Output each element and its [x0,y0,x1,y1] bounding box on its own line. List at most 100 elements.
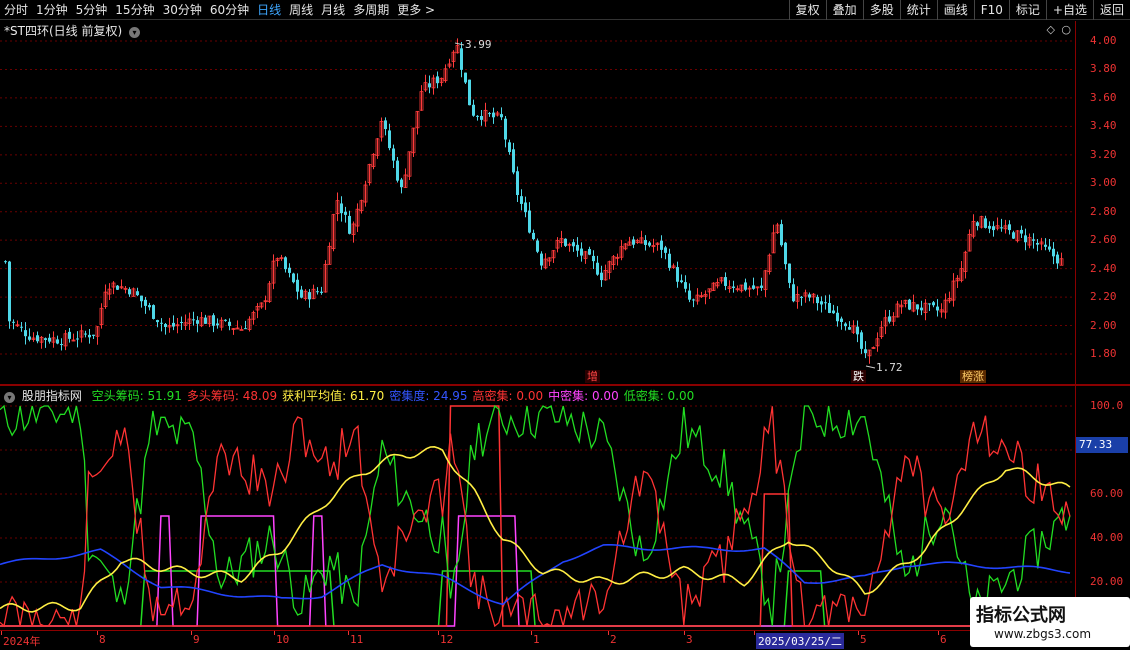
indicator-tick: 40.00 [1090,531,1124,544]
low-price-label: 1.72 [876,361,903,374]
date-tick-mark [274,631,275,635]
date-tick: 5 [860,633,867,646]
candle-body [1000,227,1003,229]
candle-body [68,331,71,339]
candle-body [148,305,151,308]
candle-body [228,321,231,326]
candle-body [116,285,119,290]
candle-body [504,118,507,140]
toolbar-button[interactable]: 叠加 [825,0,863,20]
toolbar-button[interactable]: 返回 [1092,0,1130,20]
candle-body [1044,244,1047,247]
candle-body [204,317,207,324]
date-tick: 10 [276,633,290,646]
candle-body [600,272,603,281]
period-tab[interactable]: 30分钟 [159,0,206,20]
period-tab[interactable]: 15分钟 [111,0,158,20]
right-toolbar: 复权 叠加 多股 统计 画线 F10 标记 +自选 返回 [788,0,1130,20]
toolbar-button[interactable]: F10 [973,0,1009,20]
candle-body [180,321,183,323]
toolbar-button[interactable]: +自选 [1045,0,1093,20]
period-tab[interactable]: 1分钟 [32,0,72,20]
candle-body [800,296,803,298]
period-tab[interactable]: 多周期 [349,0,393,20]
candle-body [840,318,843,322]
price-tick: 3.60 [1090,90,1117,104]
candle-body [340,203,343,214]
candle-body [984,218,987,228]
period-tab[interactable]: 月线 [317,0,349,20]
period-tab[interactable]: 5分钟 [72,0,112,20]
candle-body [1036,242,1039,245]
indicator-pane[interactable]: ▾ 股朋指标网 空头筹码: 51.91 多头筹码: 48.09 获利平均值: 61.… [0,386,1075,630]
candle-body [508,142,511,153]
candle-body [644,240,647,245]
indicator-value: 获利平均值: 61.70 [282,389,385,403]
main-chart-pane[interactable]: *ST四环(日线 前复权) ▾ ◇ ○ 3.99 1.72 增跌榜涨 [0,21,1075,384]
period-tab[interactable]: 分时 [0,0,32,20]
candle-body [384,120,387,130]
candle-body [1008,224,1011,231]
high-marker-line [454,42,465,46]
candle-body [1048,246,1051,250]
candle-body [684,282,687,289]
period-tab[interactable]: 日线 [253,0,285,20]
date-tick: 12 [440,633,454,646]
indicator-chart [0,404,1075,628]
main-chart-title: *ST四环(日线 前复权) ▾ [4,22,140,39]
toolbar-button[interactable]: 复权 [788,0,826,20]
candle-body [480,116,483,120]
indicator-tick: 60.00 [1090,487,1124,500]
candle-body [84,333,87,335]
period-tab[interactable]: 60分钟 [206,0,253,20]
candle-body [144,299,147,306]
toolbar-button[interactable]: 统计 [899,0,937,20]
toolbar-button[interactable]: 多股 [862,0,900,20]
date-tick: 8 [99,633,106,646]
candle-body [916,304,919,310]
candle-body [792,284,795,302]
candle-body [4,261,7,263]
candle-body [908,299,911,310]
candle-body [488,113,491,115]
chevron-down-icon[interactable]: ▾ [128,27,140,38]
candle-body [464,72,467,83]
candle-body [596,262,599,275]
candle-body [824,302,827,304]
candle-body [476,115,479,117]
period-tab[interactable]: 更多 > [393,0,439,20]
date-tick: 2025/03/25/二 [756,633,844,649]
price-tick: 2.40 [1090,261,1117,275]
candle-body [48,337,51,342]
candle-body [224,319,227,321]
toolbar-button[interactable]: 标记 [1008,0,1046,20]
price-tick: 3.00 [1090,176,1117,190]
period-tabs: 分时 1分钟 5分钟 15分钟 30分钟 60分钟 日线 周线 月线 多周期 更多 > [0,0,439,20]
candle-body [744,282,747,290]
candle-body [76,338,79,340]
candle-body [428,83,431,88]
candle-body [576,244,579,251]
candle-body [216,323,219,326]
candle-body [520,196,523,204]
date-tick: 9 [193,633,200,646]
candle-body [588,249,591,255]
circle-icon[interactable]: ▾ [4,392,15,403]
candle-body [300,289,303,298]
candle-body [928,303,931,305]
candle-body [56,339,59,344]
date-tick-mark [531,631,532,635]
date-tick: 1 [533,633,540,646]
price-tick: 3.20 [1090,147,1117,161]
candle-body [668,253,671,268]
date-tick: 2024年 [3,635,41,648]
toolbar-button[interactable]: 画线 [936,0,974,20]
candle-body [192,319,195,321]
candle-body [836,312,839,322]
date-tick-mark [97,631,98,635]
period-tab[interactable]: 周线 [285,0,317,20]
candle-body [164,324,167,327]
candle-body [752,285,755,289]
candle-body [344,211,347,215]
date-tick-mark [684,631,685,635]
